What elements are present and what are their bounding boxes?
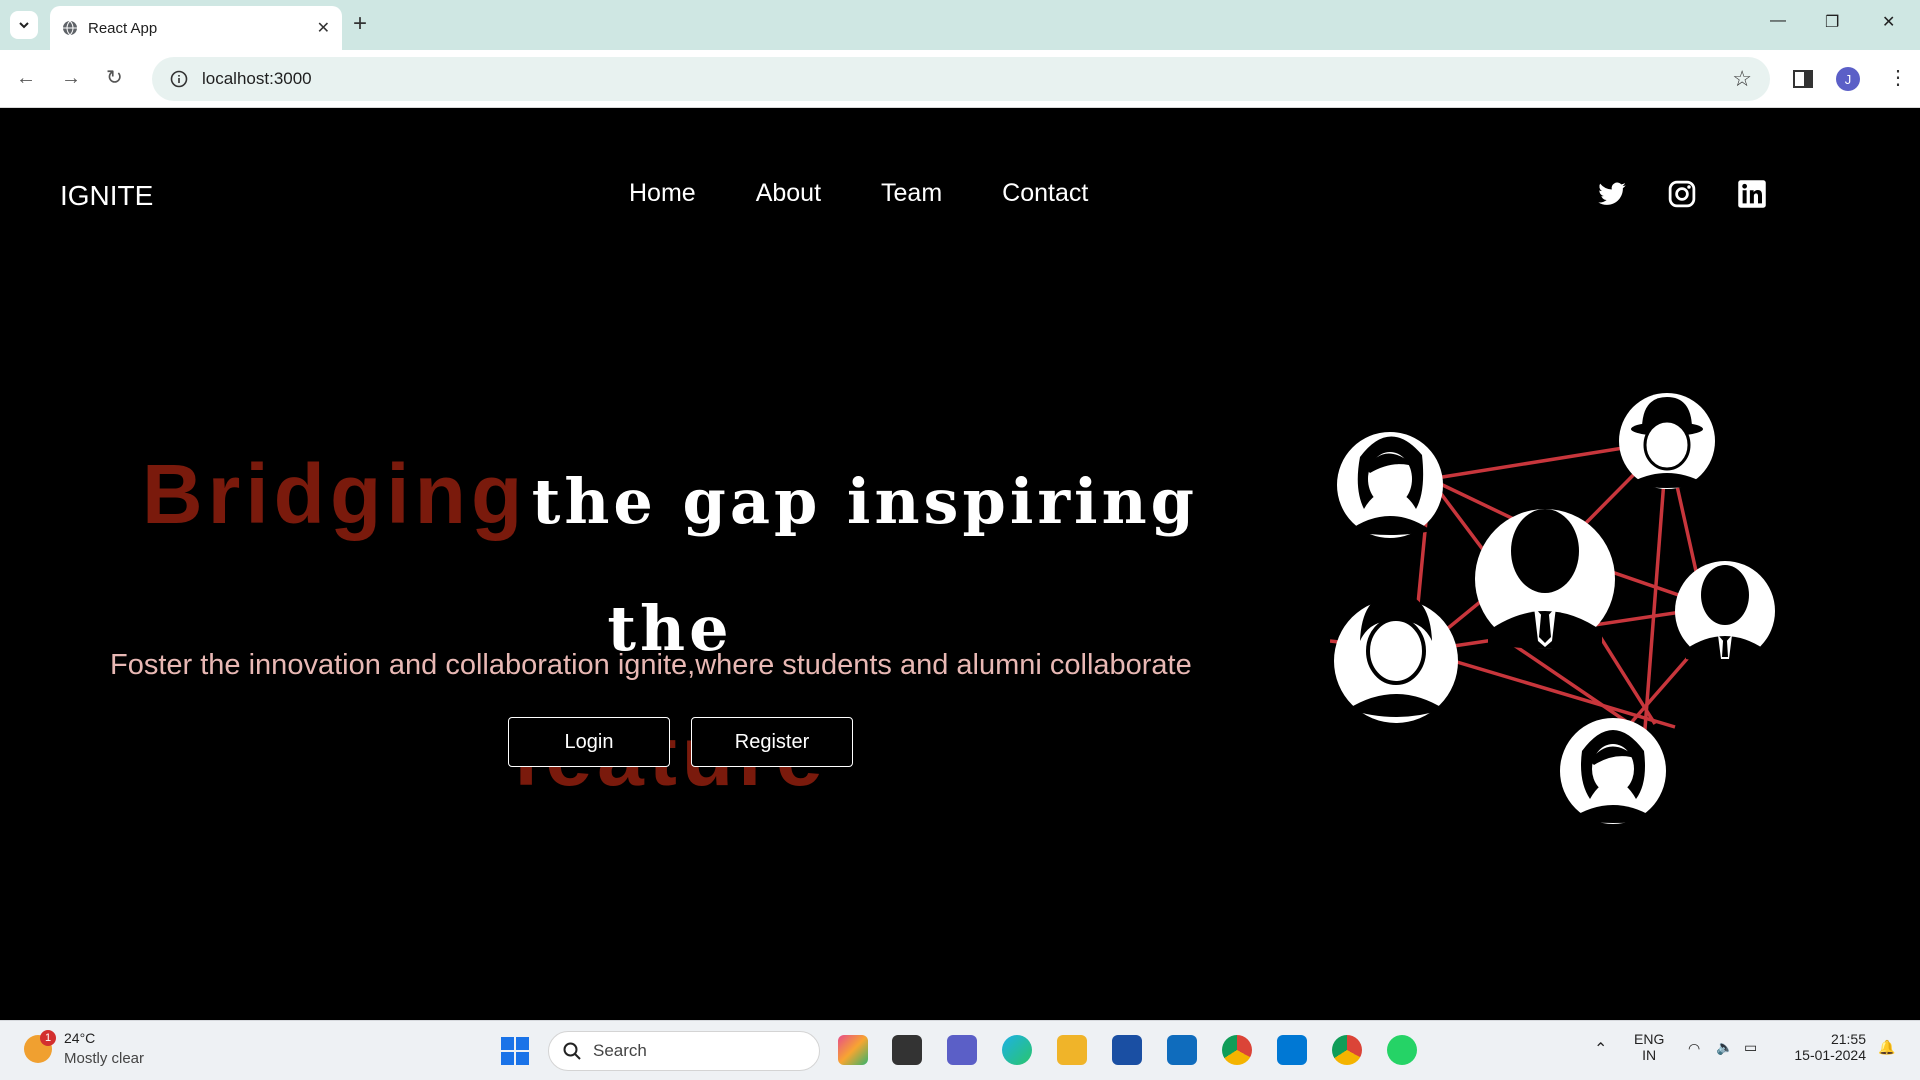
battery-icon[interactable]: ▭: [1744, 1039, 1757, 1056]
browser-toolbar: ← → ↻ localhost:3000 ☆ J ⋮: [0, 50, 1920, 108]
tray-overflow-icon[interactable]: ⌃: [1594, 1039, 1607, 1059]
tab-search-button[interactable]: [10, 11, 38, 39]
avatar-businessman: [1475, 509, 1615, 649]
volume-icon[interactable]: 🔈: [1716, 1039, 1733, 1056]
more-menu-icon[interactable]: ⋮: [1888, 66, 1908, 90]
brand-logo[interactable]: IGNITE: [60, 180, 153, 212]
avatar-man-hat: [1619, 393, 1715, 489]
edge-icon[interactable]: [1002, 1035, 1032, 1065]
nav-about[interactable]: About: [756, 179, 821, 208]
search-icon: [563, 1042, 581, 1060]
tab-title: React App: [88, 19, 158, 37]
file-explorer-icon[interactable]: [1057, 1035, 1087, 1065]
site-info-icon[interactable]: [170, 70, 188, 88]
back-icon[interactable]: ←: [16, 66, 36, 90]
app-page: IGNITE Home About Team Contact Bridging …: [0, 109, 1920, 1020]
hero-tagline: Foster the innovation and collaboration …: [110, 649, 1192, 681]
clock[interactable]: 21:55 15-01-2024: [1786, 1031, 1866, 1063]
people-network-illustration: [1330, 393, 1775, 824]
twitter-icon[interactable]: [1597, 179, 1627, 209]
avatar-man-tie: [1675, 561, 1775, 663]
mail-icon[interactable]: [1167, 1035, 1197, 1065]
wifi-icon[interactable]: ◠: [1688, 1040, 1700, 1057]
side-panel-icon[interactable]: [1792, 68, 1814, 90]
nav-contact[interactable]: Contact: [1002, 179, 1088, 208]
ms-store-icon[interactable]: [1112, 1035, 1142, 1065]
nav-home[interactable]: Home: [629, 179, 696, 208]
chrome-profile-icon[interactable]: [1332, 1035, 1362, 1065]
language-indicator[interactable]: ENG IN: [1634, 1031, 1664, 1063]
weather-desc: Mostly clear: [64, 1050, 145, 1067]
restore-icon[interactable]: ❐: [1825, 12, 1839, 32]
close-window-icon[interactable]: ✕: [1882, 12, 1895, 32]
lang-line1: ENG: [1634, 1031, 1665, 1047]
weather-badge: 1: [40, 1030, 56, 1046]
clock-time: 21:55: [1830, 1031, 1866, 1047]
url-text: localhost:3000: [202, 69, 312, 88]
minimize-icon[interactable]: —: [1770, 12, 1786, 30]
main-nav: Home About Team Contact: [629, 179, 1088, 208]
reload-icon[interactable]: ↻: [106, 66, 123, 90]
avatar-woman-2: [1560, 718, 1666, 824]
headline-highlight-1: Bridging: [141, 447, 528, 541]
clock-date: 15-01-2024: [1794, 1047, 1866, 1063]
instagram-icon[interactable]: [1667, 179, 1697, 209]
address-bar[interactable]: localhost:3000 ☆: [152, 57, 1770, 101]
avatar-man-bowtie: [1334, 593, 1458, 723]
windows-start-icon[interactable]: [500, 1036, 530, 1066]
task-view-icon[interactable]: [892, 1035, 922, 1065]
chrome-icon[interactable]: [1222, 1035, 1252, 1065]
nav-team[interactable]: Team: [881, 179, 942, 208]
close-tab-icon[interactable]: ✕: [317, 18, 330, 38]
copilot-icon[interactable]: [838, 1035, 868, 1065]
notification-bell-icon[interactable]: 🔔: [1878, 1039, 1895, 1056]
teams-chat-icon[interactable]: [947, 1035, 977, 1065]
register-button[interactable]: Register: [691, 717, 853, 767]
bookmark-star-icon[interactable]: ☆: [1732, 66, 1752, 92]
chevron-down-icon: [19, 22, 29, 29]
whatsapp-icon[interactable]: [1387, 1035, 1417, 1065]
hero-headline: Bridging the gap inspiring the feature: [70, 439, 1270, 836]
headline-middle: the gap inspiring the: [531, 465, 1199, 665]
weather-temp: 24°C: [64, 1030, 96, 1046]
browser-tab[interactable]: React App ✕: [50, 6, 342, 50]
forward-icon[interactable]: →: [61, 66, 81, 90]
linkedin-icon[interactable]: [1737, 179, 1767, 209]
taskbar-search[interactable]: Search: [548, 1031, 820, 1071]
windows-taskbar: 1 24°C Mostly clear Search ⌃ ENG IN ◠ 🔈 …: [0, 1020, 1920, 1080]
search-placeholder: Search: [593, 1041, 647, 1060]
new-tab-button[interactable]: +: [353, 12, 367, 36]
browser-tabstrip: React App ✕ + — ❐ ✕: [0, 0, 1920, 50]
globe-icon: [63, 20, 77, 36]
login-button[interactable]: Login: [508, 717, 670, 767]
lang-line2: IN: [1642, 1047, 1657, 1063]
profile-avatar[interactable]: J: [1836, 67, 1860, 91]
vscode-icon[interactable]: [1277, 1035, 1307, 1065]
avatar-woman-1: [1337, 432, 1443, 538]
